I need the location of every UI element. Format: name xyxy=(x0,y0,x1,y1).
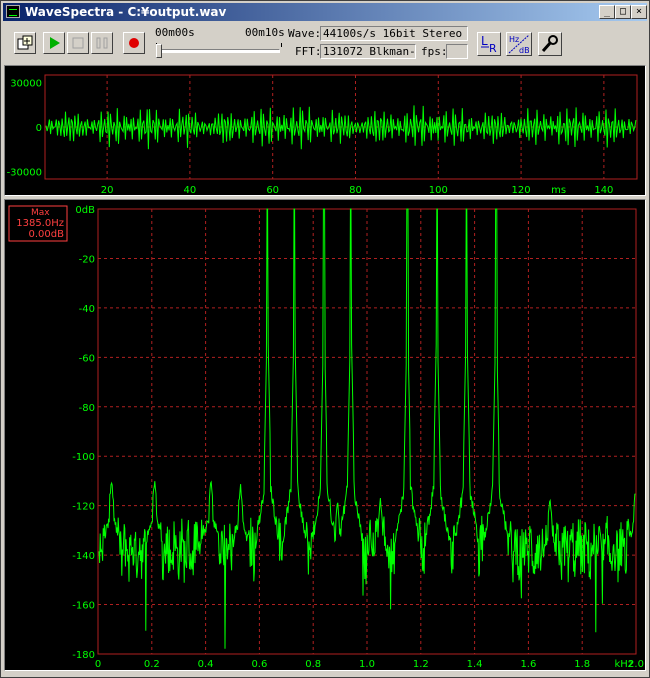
waveform-chart: 20 40 60 80 100 120 140 30000 0 -30000 ms xyxy=(7,74,638,196)
spectrum-y-tick: -40 xyxy=(79,304,95,315)
wave-x-tick: 120 xyxy=(512,185,531,195)
spectrum-x-tick: 0.4 xyxy=(198,659,214,670)
close-button[interactable]: × xyxy=(631,5,647,19)
spectrum-x-tick: 1.4 xyxy=(467,659,483,670)
waveform-trace xyxy=(45,105,637,150)
pause-button[interactable] xyxy=(91,32,113,54)
spectrum-chart: 0 0.2 0.4 0.6 0.8 1.0 1.2 1.4 1.6 1.8 2.00dB-20-40… xyxy=(8,205,644,670)
record-button[interactable] xyxy=(123,32,145,54)
app-icon xyxy=(6,5,20,18)
max-label: Max xyxy=(31,208,50,218)
hz-db-scale-button[interactable]: Hz dB xyxy=(506,32,532,56)
wave-x-tick: 140 xyxy=(594,185,613,195)
fps-label: fps: xyxy=(421,45,448,58)
position-slider[interactable] xyxy=(156,40,282,60)
toolbar: 00m00s 00m10s Wave: 44100s/s 16bit Stere… xyxy=(3,22,647,64)
spectrum-y-tick: -20 xyxy=(79,254,95,265)
wave-x-tick: 20 xyxy=(101,185,114,195)
settings-button[interactable] xyxy=(538,32,562,56)
slider-thumb[interactable] xyxy=(156,44,162,58)
time-end: 00m10s xyxy=(245,26,285,39)
spectrum-x-tick: 1.0 xyxy=(359,659,375,670)
app-window: WaveSpectra - C:¥output.wav _ □ × 00m00s… xyxy=(0,0,650,678)
db-text: dB xyxy=(519,46,530,55)
window-bottom-border xyxy=(3,671,647,676)
max-frequency: 1385.0Hz xyxy=(16,218,64,229)
wave-label: Wave: xyxy=(288,27,322,40)
folder-open-icon xyxy=(17,35,33,50)
stop-icon xyxy=(72,37,84,49)
open-file-button[interactable] xyxy=(14,32,36,54)
record-icon xyxy=(129,38,139,48)
title-bar[interactable]: WaveSpectra - C:¥output.wav _ □ × xyxy=(3,3,647,21)
spectrum-x-tick: 0 xyxy=(95,659,101,670)
wave-y-tick: 0 xyxy=(36,123,42,134)
spectrum-x-unit: kHz xyxy=(614,659,633,670)
spectrum-x-tick: 1.2 xyxy=(413,659,429,670)
spectrum-y-tick: -60 xyxy=(79,353,95,364)
fft-settings-field[interactable]: 131072 Blkman-H7 xyxy=(320,44,416,59)
pause-icon xyxy=(96,37,108,49)
spectrum-x-tick: 1.6 xyxy=(520,659,536,670)
spectrum-y-tick: -140 xyxy=(72,551,95,562)
max-level: 0.00dB xyxy=(29,229,65,240)
stop-button[interactable] xyxy=(67,32,89,54)
lr-l-text: L xyxy=(481,34,488,48)
spectrum-x-tick: 1.8 xyxy=(574,659,590,670)
spectrum-x-tick: 0.2 xyxy=(144,659,160,670)
fft-label: FFT: xyxy=(295,45,322,58)
waveform-panel[interactable]: 20 40 60 80 100 120 140 30000 0 -30000 ms xyxy=(4,65,646,196)
spectrum-y-tick: -120 xyxy=(72,502,95,513)
spectrum-y-tick: -160 xyxy=(72,601,95,612)
lr-channel-icon: L R xyxy=(481,34,497,55)
minimize-button[interactable]: _ xyxy=(599,5,615,19)
wave-y-tick: -30000 xyxy=(7,168,42,179)
window-title: WaveSpectra - C:¥output.wav xyxy=(25,5,227,19)
maximize-button[interactable]: □ xyxy=(615,5,631,19)
wave-x-tick: 100 xyxy=(429,185,448,195)
spectrum-y-tick: -180 xyxy=(72,650,95,661)
play-icon xyxy=(50,37,60,49)
wave-x-tick: 80 xyxy=(349,185,362,195)
lr-r-text: R xyxy=(489,42,497,55)
wave-x-tick: 40 xyxy=(184,185,197,195)
max-readout: Max 1385.0Hz 0.00dB xyxy=(8,205,68,242)
time-start: 00m00s xyxy=(155,26,195,39)
spectrum-y-tick: -80 xyxy=(79,403,95,414)
wave-x-unit: ms xyxy=(551,185,566,195)
play-button[interactable] xyxy=(43,32,65,54)
spectrum-panel[interactable]: 0 0.2 0.4 0.6 0.8 1.0 1.2 1.4 1.6 1.8 2.0 0dB -20 -40… xyxy=(4,199,646,671)
spectrum-y-tick: -100 xyxy=(72,452,95,463)
wave-format-field: 44100s/s 16bit Stereo xyxy=(320,26,468,41)
spectrum-x-tick: 0.6 xyxy=(251,659,267,670)
spectrum-x-tick: 0.8 xyxy=(305,659,321,670)
spectrum-y-tick: 0dB xyxy=(75,205,95,216)
wrench-icon xyxy=(541,35,558,52)
lr-channel-button[interactable]: L R xyxy=(477,32,501,56)
hz-text: Hz xyxy=(509,35,519,44)
wave-y-tick: 30000 xyxy=(10,78,42,89)
fps-field xyxy=(446,44,468,59)
wave-x-tick: 60 xyxy=(266,185,279,195)
hz-db-icon: Hz dB xyxy=(508,34,530,55)
